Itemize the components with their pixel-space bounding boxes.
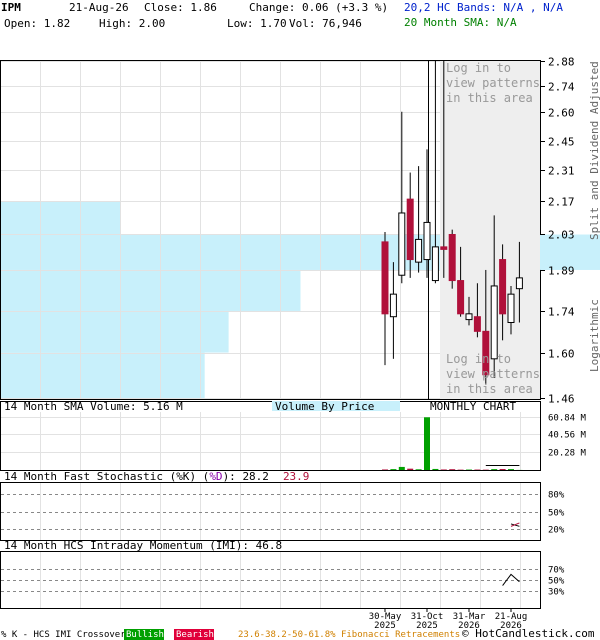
volume-bar <box>390 469 397 470</box>
price-axis: 2.88 2.74 2.60 2.45 2.31 2.17 2.03 1.89 1.74 1.60… <box>540 56 575 406</box>
price-tick-label: 1.89 <box>548 265 575 278</box>
crossover-label: % K - HCS IMI Crossover, <box>1 630 131 640</box>
imi-panel: 14 Month HCS Intraday Momentum (IMI): 46… <box>0 539 565 609</box>
login-text-line: in this area <box>446 382 533 396</box>
stochastic-panel-frame <box>0 482 541 541</box>
volume-bar <box>508 469 514 470</box>
candle-body <box>515 277 523 290</box>
bearish-text: Bearish <box>176 630 214 640</box>
login-text-line: view patterns <box>446 76 540 90</box>
stochastic-label-prefix: 14 Month Fast Stochastic ( <box>4 470 176 483</box>
vbp-bar <box>1 269 301 311</box>
volume-sma-label: 14 Month SMA Volume: 5.16 M <box>4 400 183 413</box>
volume-panel: 14 Month SMA Volume: 5.16 M Volume By Pr… <box>0 400 587 471</box>
volume-bar <box>491 469 498 470</box>
imi-axis: 70%50%30% <box>548 566 565 598</box>
stochastic-axis: 80% 50% 20% <box>548 491 565 536</box>
copyright-text[interactable]: © HotCandlestick.com <box>462 627 595 640</box>
volume-tick-label: 20.28 M <box>548 449 587 459</box>
volume-tick-label: 40.56 M <box>548 431 587 441</box>
price-tick-label: 2.74 <box>548 81 575 94</box>
volume-bar <box>398 466 405 470</box>
volume-bar <box>407 468 414 470</box>
candle-body <box>457 280 465 315</box>
login-text-line: Log in to <box>446 352 511 366</box>
price-tick-label: 2.03 <box>548 229 575 242</box>
candle-body <box>465 313 473 321</box>
candle-body <box>423 221 431 261</box>
login-text-line: Log in to <box>446 61 511 75</box>
price-tick-label: 1.60 <box>548 348 575 361</box>
candle-body <box>415 238 423 263</box>
monthly-chart-label: MONTHLY CHART <box>430 400 516 413</box>
stochastic-tick-label: 20% <box>548 526 565 536</box>
bullish-text: Bullish <box>126 630 164 640</box>
stochastic-tick-label: 50% <box>548 509 565 519</box>
candle-body <box>406 198 414 261</box>
price-panel: Log in to view patterns in this area Log… <box>0 56 600 406</box>
volume-bar <box>440 469 447 470</box>
vbp-bar <box>1 310 229 353</box>
volume-bar <box>499 469 506 470</box>
stochastic-label: 14 Month Fast Stochastic (%K) (%D): 28.2… <box>4 470 309 483</box>
volume-bar <box>415 469 422 470</box>
candle-body <box>473 316 481 332</box>
candle-body <box>448 233 456 282</box>
volume-bar <box>449 469 456 470</box>
login-shaded-area <box>440 61 540 399</box>
price-tick-label: 1.46 <box>548 393 575 406</box>
vbp-bar <box>1 352 205 398</box>
stochastic-label-mid: ) ( <box>189 470 209 483</box>
split-adjusted-label: Split and Dividend Adjusted <box>588 61 600 240</box>
login-text-line: view patterns <box>446 367 540 381</box>
volume-bar <box>432 468 439 470</box>
stochastic-panel: 14 Month Fast Stochastic (%K) (%D): 28.2… <box>0 470 565 541</box>
imi-tick-label: 30% <box>548 588 565 598</box>
volume-bar <box>382 469 388 470</box>
stochastic-k-text: %K <box>176 470 190 483</box>
candle-body <box>389 293 397 318</box>
fibonacci-label: 23.6-38.2-50-61.8% Fibonacci Retracement… <box>238 630 460 640</box>
login-text-line: in this area <box>446 91 533 105</box>
stochastic-d-text: %D <box>209 470 222 483</box>
stochastic-k-value: 28.2 <box>242 470 269 483</box>
candle-body <box>490 285 498 360</box>
volume-tick-label: 60.84 M <box>548 414 587 424</box>
chart-canvas: Log in to view patterns in this area Log… <box>0 56 600 640</box>
price-tick-label: 2.17 <box>548 196 575 209</box>
volume-axis: 60.84 M 40.56 M 20.28 M <box>548 414 587 459</box>
imi-label: 14 Month HCS Intraday Momentum (IMI): 46… <box>4 539 282 552</box>
stochastic-tick-label: 80% <box>548 491 565 501</box>
candle-body <box>398 212 406 276</box>
stochastic-d-value: 23.9 <box>283 470 310 483</box>
logarithmic-label: Logarithmic <box>588 299 600 372</box>
candle-body <box>499 259 507 315</box>
stochastic-label-suffix: ): <box>223 470 243 483</box>
candle-body <box>431 246 439 282</box>
candle-body <box>440 246 448 250</box>
price-tick-label: 2.88 <box>548 56 575 69</box>
imi-tick-label: 50% <box>548 577 565 587</box>
volume-by-price-label: Volume By Price <box>275 400 374 413</box>
imi-tick-label: 70% <box>548 566 565 576</box>
price-tick-label: 2.60 <box>548 107 575 120</box>
price-tick-label: 1.74 <box>548 306 575 319</box>
volume-bar <box>424 417 430 470</box>
price-tick-label: 2.31 <box>548 165 575 178</box>
price-tick-label: 2.45 <box>548 136 575 149</box>
vbp-bar <box>1 201 121 235</box>
candle-body <box>507 293 515 324</box>
footer: % K - HCS IMI Crossover, Bullish Bearish… <box>1 627 595 640</box>
candle-body <box>381 241 389 315</box>
